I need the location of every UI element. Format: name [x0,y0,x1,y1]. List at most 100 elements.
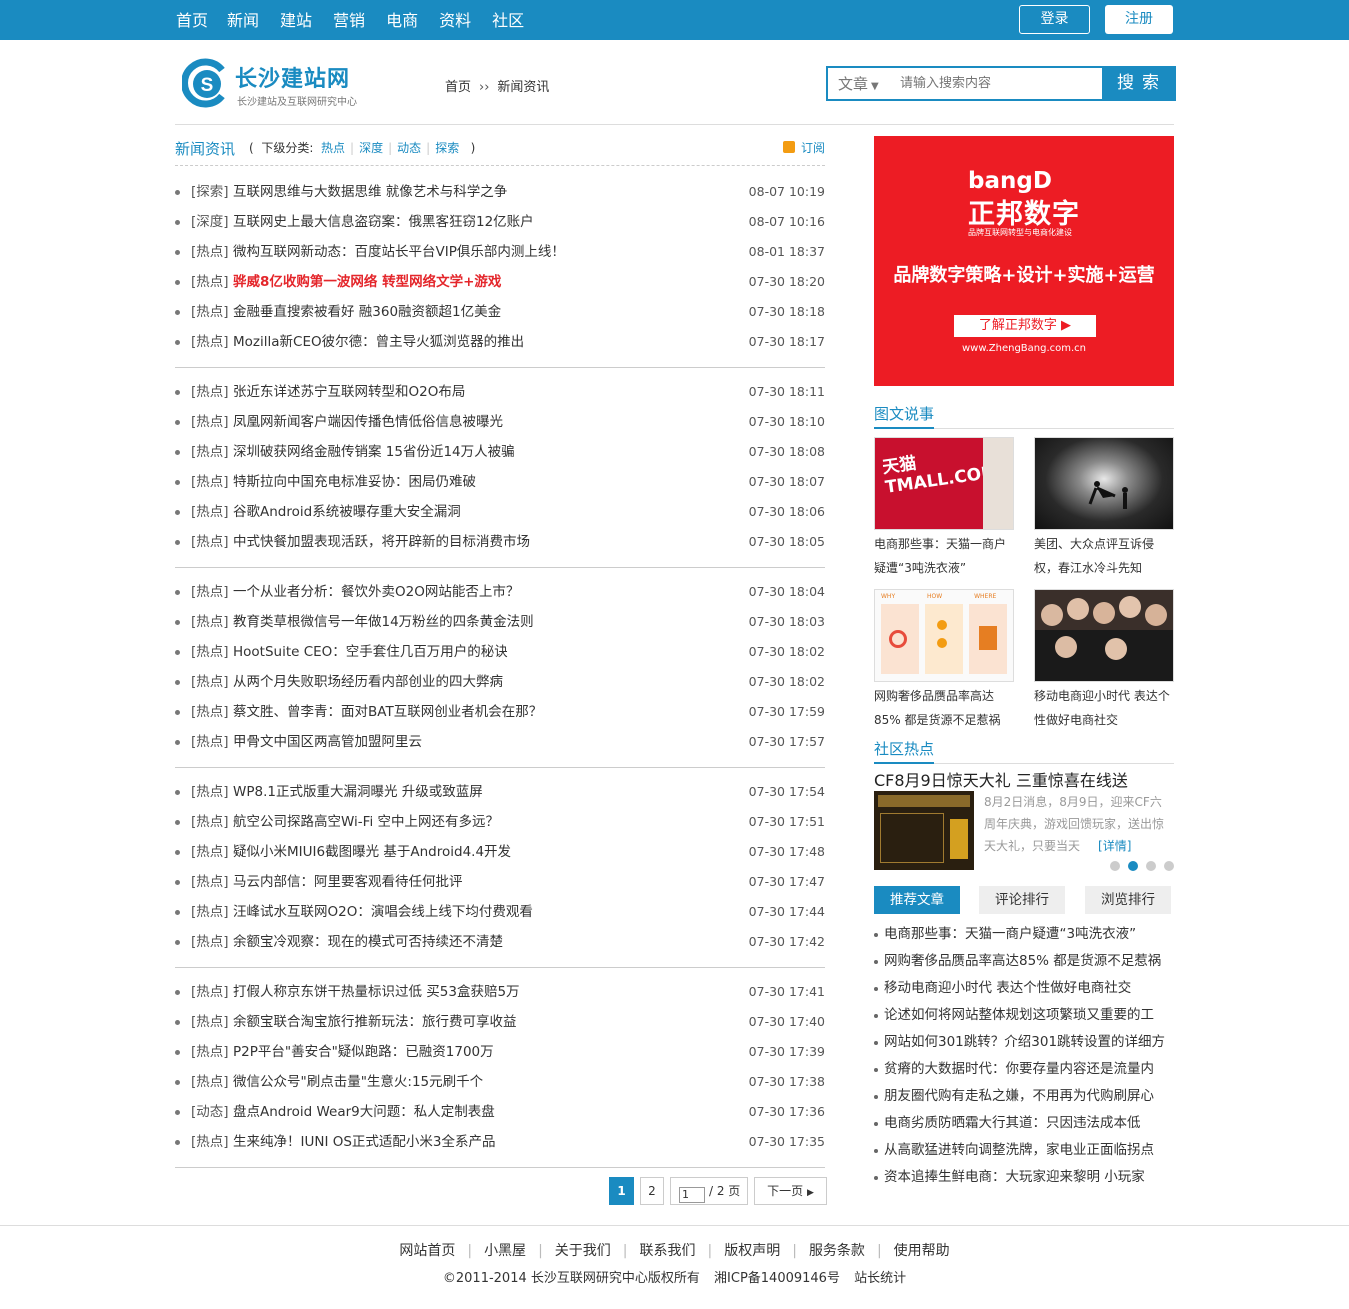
carousel-dot-3[interactable] [1146,861,1156,871]
news-title[interactable]: 蔡文胜、曾李青：面对BAT互联网创业者机会在那？ [233,697,542,727]
rank-item[interactable]: 朋友圈代购有走私之嫌，不用再为代购刷屏心 [874,1083,1174,1110]
page-1-button[interactable]: 1 [609,1177,634,1205]
news-item[interactable]: [热点] 中式快餐加盟表现活跃，将开辟新的目标消费市场 07-30 18:05 [175,527,825,557]
search-input[interactable] [900,68,1100,99]
tab-views[interactable]: 浏览排行 [1085,886,1171,914]
news-title[interactable]: Mozilla新CEO彼尔德：曾主导火狐浏览器的推出 [233,327,524,357]
carousel-dot-1[interactable] [1110,861,1120,871]
nav-community[interactable]: 社区 [490,0,526,40]
news-category[interactable]: [热点] [191,267,229,297]
pic-section-title[interactable]: 图文说事 [874,403,935,429]
news-category[interactable]: [热点] [191,727,229,757]
footer-link[interactable]: 网站首页 [387,1243,467,1259]
rank-item[interactable]: 网购奢侈品赝品率高达85% 都是货源不足惹祸 [874,948,1174,975]
footer-link[interactable]: 服务条款 [797,1243,877,1259]
news-item[interactable]: [热点] 从两个月失败职场经历看内部创业的四大弊病 07-30 18:02 [175,667,825,697]
ad-cta-button[interactable]: 了解正邦数字 ▶ [954,315,1096,337]
news-title[interactable]: P2P平台"善安合"疑似跑路：已融资1700万 [233,1037,494,1067]
rank-item-title[interactable]: 电商劣质防晒霜大行其道：只因违法成本低 [884,1115,1141,1131]
nav-home[interactable]: 首页 [166,0,218,40]
nav-resources[interactable]: 资料 [437,0,473,40]
news-category[interactable]: [热点] [191,467,229,497]
news-category[interactable]: [热点] [191,637,229,667]
news-item[interactable]: [热点] HootSuite CEO：空手套住几百万用户的秘诀 07-30 18:0… [175,637,825,667]
nav-marketing[interactable]: 营销 [331,0,367,40]
news-title[interactable]: 甲骨文中国区两高管加盟阿里云 [233,727,422,757]
news-title[interactable]: 汪峰试水互联网O2O：演唱会线上线下均付费观看 [233,897,533,927]
footer-link[interactable]: 关于我们 [543,1243,623,1259]
subcat-depth[interactable]: 深度 [359,141,383,155]
rank-item-title[interactable]: 论述如何将网站整体规划这项繁琐又重要的工 [884,1007,1154,1023]
news-category[interactable]: [热点] [191,497,229,527]
rank-item[interactable]: 电商劣质防晒霜大行其道：只因违法成本低 [874,1110,1174,1137]
news-item[interactable]: [热点] P2P平台"善安合"疑似跑路：已融资1700万 07-30 17:39 [175,1037,825,1067]
carousel-dot-4[interactable] [1164,861,1174,871]
news-item[interactable]: [热点] 航空公司探路高空Wi-Fi 空中上网还有多远？ 07-30 17:51 [175,807,825,837]
news-title[interactable]: 教育类草根微信号一年做14万粉丝的四条黄金法则 [233,607,534,637]
news-category[interactable]: [热点] [191,377,229,407]
search-category-select[interactable]: 文章 ▼ [838,73,879,94]
news-item[interactable]: [热点] 甲骨文中国区两高管加盟阿里云 07-30 17:57 [175,727,825,757]
rank-item[interactable]: 网站如何301跳转？介绍301跳转设置的详细方 [874,1029,1174,1056]
news-title[interactable]: 中式快餐加盟表现活跃，将开辟新的目标消费市场 [233,527,530,557]
tmall-image[interactable]: 天猫 TMALL.COM [874,437,1014,530]
news-title[interactable]: 互联网思维与大数据思维 就像艺术与科学之争 [233,177,507,207]
news-item[interactable]: [热点] 余额宝联合淘宝旅行推新玩法：旅行费可享收益 07-30 17:40 [175,1007,825,1037]
news-item[interactable]: [热点] Mozilla新CEO彼尔德：曾主导火狐浏览器的推出 07-30 18:1… [175,327,825,357]
register-button[interactable]: 注册 [1105,5,1173,34]
rank-item-title[interactable]: 朋友圈代购有走私之嫌，不用再为代购刷屏心 [884,1088,1154,1104]
news-category[interactable]: [热点] [191,607,229,637]
subcat-dynamic[interactable]: 动态 [397,141,421,155]
tab-comments[interactable]: 评论排行 [979,886,1065,914]
page-jump-input[interactable]: 1 [679,1187,705,1203]
rss-subscribe-link[interactable]: 订阅 [782,139,825,156]
news-category[interactable]: [热点] [191,867,229,897]
hot-headline[interactable]: CF8月9日惊天大礼 三重惊喜在线送 [874,767,1128,791]
news-title[interactable]: 余额宝联合淘宝旅行推新玩法：旅行费可享收益 [233,1007,517,1037]
news-title[interactable]: 谷歌Android系统被曝存重大安全漏洞 [233,497,461,527]
news-title[interactable]: 微信公众号"刷点击量"生意火:15元刷千个 [233,1067,483,1097]
news-category[interactable]: [热点] [191,527,229,557]
rank-item[interactable]: 移动电商迎小时代 表达个性做好电商社交 [874,975,1174,1002]
footer-link[interactable]: 版权声明 [712,1243,792,1259]
search-button[interactable]: 搜索 [1102,66,1176,101]
news-title[interactable]: 生来纯净！IUNI OS正式适配小米3全系产品 [233,1127,496,1157]
hot-more-link[interactable]: [详情] [1098,839,1131,853]
rank-item-title[interactable]: 从高歌猛进转向调整洗牌，家电业正面临拐点 [884,1142,1154,1158]
news-item[interactable]: [热点] 微构互联网新动态：百度站长平台VIP俱乐部内测上线！ 08-01 18:3… [175,237,825,267]
site-logo[interactable]: S 长沙建站网 长沙建站及互联网研究中心 [182,58,382,110]
news-item[interactable]: [热点] 谷歌Android系统被曝存重大安全漏洞 07-30 18:06 [175,497,825,527]
news-category[interactable]: [热点] [191,577,229,607]
ad-banner[interactable]: bangD 正邦数字 品牌互联网转型与电商化建设 品牌数字策略+设计+实施+运营… [874,136,1174,386]
footer-link[interactable]: 联系我们 [628,1243,708,1259]
pic-card-4[interactable]: 移动电商迎小时代 表达个性做好电商社交 [1034,589,1174,732]
news-item[interactable]: [热点] 金融垂直搜索被看好 融360融资额超1亿美金 07-30 18:18 [175,297,825,327]
news-title[interactable]: 凤凰网新闻客户端因传播色情低俗信息被曝光 [233,407,503,437]
news-category[interactable]: [动态] [191,1097,229,1127]
news-item[interactable]: [热点] 生来纯净！IUNI OS正式适配小米3全系产品 07-30 17:35 [175,1127,825,1157]
pic-caption-2[interactable]: 美团、大众点评互诉侵权，春江水冷斗先知 [1034,532,1174,580]
news-title[interactable]: 金融垂直搜索被看好 融360融资额超1亿美金 [233,297,501,327]
news-item[interactable]: [热点] 打假人称京东饼干热量标识过低 买53盒获赔5万 07-30 17:41 [175,977,825,1007]
news-item[interactable]: [热点] 汪峰试水互联网O2O：演唱会线上线下均付费观看 07-30 17:44 [175,897,825,927]
news-category[interactable]: [热点] [191,1007,229,1037]
page-2-button[interactable]: 2 [640,1177,664,1205]
news-category[interactable]: [热点] [191,697,229,727]
news-category[interactable]: [热点] [191,1067,229,1097]
news-category[interactable]: [热点] [191,407,229,437]
news-category[interactable]: [热点] [191,977,229,1007]
footer-link[interactable]: 使用帮助 [882,1243,962,1259]
news-title[interactable]: 骅威8亿收购第一波网络 转型网络文学+游戏 [233,267,501,297]
rank-item-title[interactable]: 移动电商迎小时代 表达个性做好电商社交 [884,980,1131,996]
rank-item-title[interactable]: 网站如何301跳转？介绍301跳转设置的详细方 [884,1034,1165,1050]
rank-item-title[interactable]: 电商那些事：天猫一商户疑遭“3吨洗衣液” [884,926,1136,942]
nav-ecommerce[interactable]: 电商 [384,0,420,40]
news-item[interactable]: [热点] 一个从业者分析：餐饮外卖O2O网站能否上市？ 07-30 18:04 [175,577,825,607]
news-category[interactable]: [热点] [191,297,229,327]
nav-news[interactable]: 新闻 [225,0,261,40]
next-page-button[interactable]: 下一页 ▶ [754,1177,827,1205]
news-category[interactable]: [热点] [191,437,229,467]
news-item[interactable]: [热点] 余额宝冷观察：现在的模式可否持续还不清楚 07-30 17:42 [175,927,825,957]
rank-item[interactable]: 论述如何将网站整体规划这项繁琐又重要的工 [874,1002,1174,1029]
tunnel-fight-image[interactable] [1034,437,1174,530]
